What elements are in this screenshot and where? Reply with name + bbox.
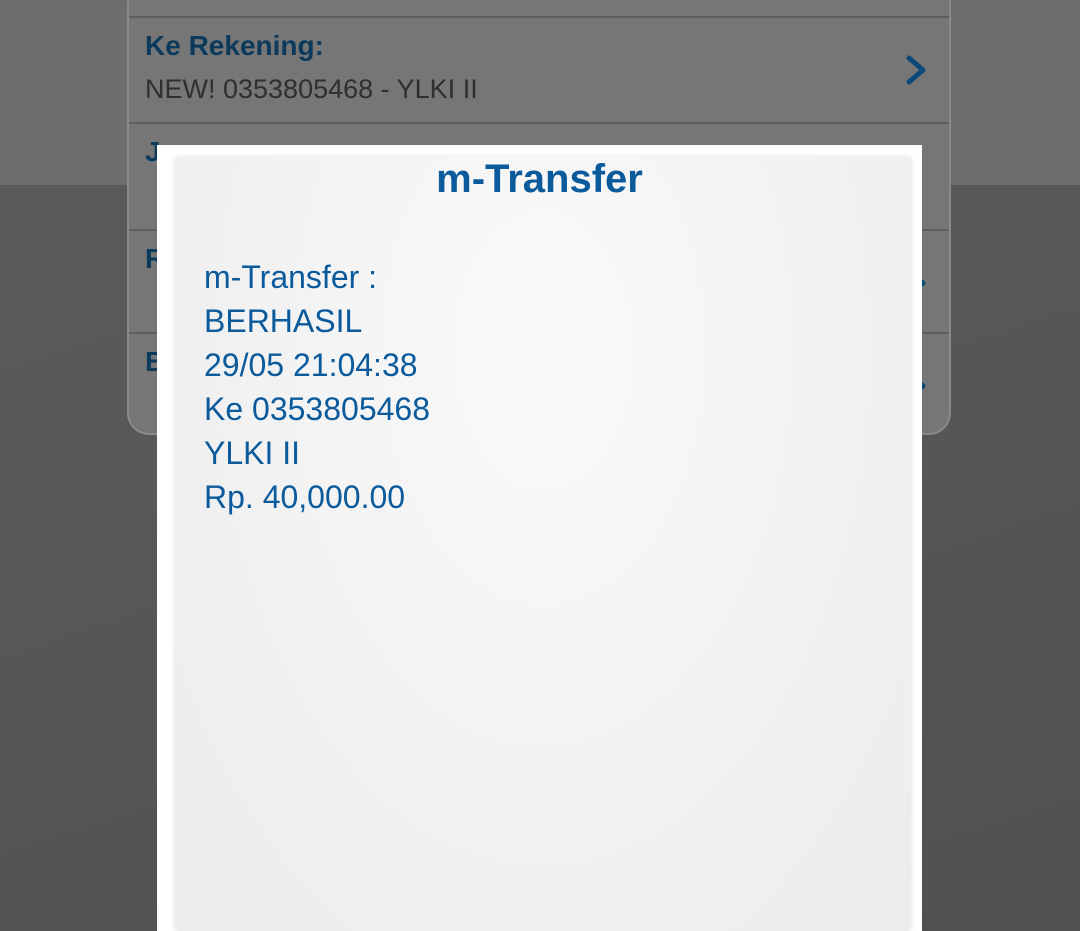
destination-account-value: NEW! 0353805468 - YLKI II bbox=[145, 74, 478, 104]
message-line-recipient: YLKI II bbox=[204, 435, 301, 471]
form-row-top bbox=[129, 0, 949, 16]
form-row-destination-account[interactable]: Ke Rekening: NEW! 0353805468 - YLKI II bbox=[129, 16, 949, 122]
message-line-header: m-Transfer : bbox=[204, 259, 378, 295]
message-line-status: BERHASIL bbox=[204, 303, 363, 339]
chevron-right-icon bbox=[906, 55, 926, 85]
dialog-message: m-Transfer : BERHASIL 29/05 21:04:38 Ke … bbox=[204, 255, 430, 519]
destination-account-label: Ke Rekening: bbox=[145, 30, 324, 61]
message-line-amount: Rp. 40,000.00 bbox=[204, 479, 406, 515]
transfer-result-dialog: m-Transfer m-Transfer : BERHASIL 29/05 2… bbox=[157, 145, 922, 931]
message-line-account: Ke 0353805468 bbox=[204, 391, 430, 427]
dialog-title: m-Transfer bbox=[436, 157, 643, 201]
message-line-datetime: 29/05 21:04:38 bbox=[204, 347, 418, 383]
